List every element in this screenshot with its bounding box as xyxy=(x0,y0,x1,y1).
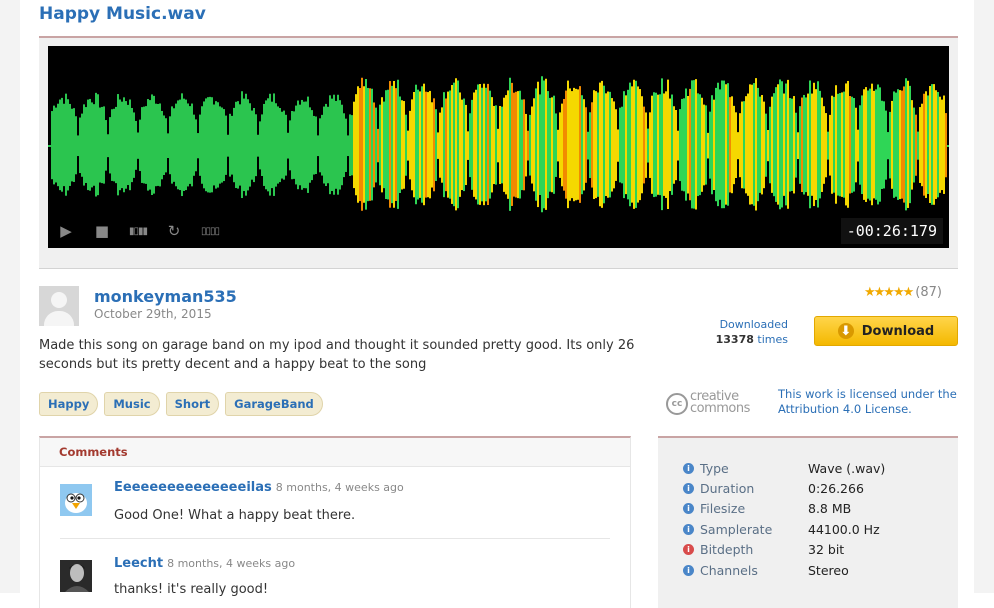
info-icon[interactable]: i xyxy=(683,565,694,576)
info-row-bitdepth: i Bitdepth 32 bit xyxy=(683,542,953,557)
warning-info-icon[interactable]: i xyxy=(683,544,694,555)
info-label: Channels xyxy=(700,563,758,578)
comment-author-name[interactable]: Leecht xyxy=(114,556,163,571)
comment-author[interactable]: Eeeeeeeeeeeeeeeilas 8 months, 4 weeks ago xyxy=(114,480,404,495)
info-value: Wave (.wav) xyxy=(808,461,886,476)
sound-description: Made this song on garage band on my ipod… xyxy=(39,338,635,372)
sound-title[interactable]: Happy Music.wav xyxy=(39,4,206,24)
tag-list: Happy Music Short GarageBand xyxy=(39,392,323,416)
info-row-duration: i Duration 0:26.266 xyxy=(683,481,953,496)
rating[interactable]: ★★★★★ (87) xyxy=(864,285,942,300)
info-row-samplerate: i Samplerate 44100.0 Hz xyxy=(683,522,953,537)
portrait-avatar-icon xyxy=(60,560,92,592)
license-text[interactable]: This work is licensed under the Attribut… xyxy=(778,387,958,417)
download-button-label: Download xyxy=(861,323,935,339)
info-icon[interactable]: i xyxy=(683,463,694,474)
player-time: -00:26:179 xyxy=(840,218,943,244)
comment-time: 8 months, 4 weeks ago xyxy=(167,557,296,570)
comments-title: Comments xyxy=(59,445,128,459)
avatar-head-shape xyxy=(51,292,67,308)
info-row-filesize: i Filesize 8.8 MB xyxy=(683,501,953,516)
tag-garageband[interactable]: GarageBand xyxy=(225,392,323,416)
upload-date: October 29th, 2015 xyxy=(94,307,212,321)
uploader-name[interactable]: monkeyman535 xyxy=(94,287,237,306)
creative-commons-logo[interactable]: cc creative commons xyxy=(666,389,766,417)
info-value: 32 bit xyxy=(808,542,845,557)
info-value: 44100.0 Hz xyxy=(808,522,880,537)
comment-avatar-bird[interactable] xyxy=(60,484,92,516)
stop-icon[interactable]: ■ xyxy=(84,222,120,240)
comment-author[interactable]: Leecht 8 months, 4 weeks ago xyxy=(114,556,295,571)
info-icon[interactable]: i xyxy=(683,524,694,535)
info-label: Type xyxy=(700,461,729,476)
download-arrow-icon: ⬇ xyxy=(837,323,854,339)
cc-badge-icon: cc xyxy=(666,393,688,415)
info-label: Duration xyxy=(700,481,755,496)
info-row-type: i Type Wave (.wav) xyxy=(683,461,953,476)
loop-icon[interactable]: ↻ xyxy=(156,222,192,240)
avatar[interactable] xyxy=(39,286,79,326)
comment-time: 8 months, 4 weeks ago xyxy=(275,481,404,494)
page-right-margin xyxy=(974,0,994,593)
info-value: 0:26.266 xyxy=(808,481,864,496)
rating-stars[interactable]: ★★★★★ xyxy=(864,285,914,300)
download-suffix: times xyxy=(757,333,788,346)
download-count: 13378 xyxy=(715,333,754,346)
tag-music[interactable]: Music xyxy=(104,392,160,416)
downloaded-label: Downloaded xyxy=(719,318,788,331)
comment-avatar-photo[interactable] xyxy=(60,560,92,592)
comments-section: Comments Eeeeeeeeeeeeeeeilas 8 months, 4 … xyxy=(39,436,631,608)
info-icon[interactable]: i xyxy=(683,483,694,494)
spectrogram-icon[interactable]: ▮▯▮▮ xyxy=(120,226,156,237)
player-controls: ▶ ■ ▮▯▮▮ ↻ ▯▯▯▯ xyxy=(48,216,248,246)
comment-author-name[interactable]: Eeeeeeeeeeeeeeeilas xyxy=(114,480,272,495)
file-info-panel: i Type Wave (.wav) i Duration 0:26.266 i… xyxy=(658,436,958,608)
download-stats: Downloaded 13378 times xyxy=(700,317,788,347)
info-label: Bitdepth xyxy=(700,542,754,557)
info-label: Samplerate xyxy=(700,522,773,537)
bird-avatar-icon xyxy=(60,484,92,516)
cc-logo-line2: commons xyxy=(690,401,750,416)
tag-happy[interactable]: Happy xyxy=(39,392,99,416)
info-icon[interactable]: i xyxy=(683,503,694,514)
info-row-channels: i Channels Stereo xyxy=(683,563,953,578)
play-icon[interactable]: ▶ xyxy=(48,222,84,240)
page-left-margin xyxy=(0,0,20,593)
rating-count: (87) xyxy=(915,285,942,300)
comment-divider xyxy=(60,538,610,539)
tag-short[interactable]: Short xyxy=(165,392,220,416)
avatar-body-shape xyxy=(44,311,74,326)
comment-text: thanks! it's really good! xyxy=(114,582,269,597)
download-button[interactable]: ⬇ Download xyxy=(814,316,958,346)
info-value: 8.8 MB xyxy=(808,501,852,516)
waveform-player[interactable]: ▶ ■ ▮▯▮▮ ↻ ▯▯▯▯ -00:26:179 xyxy=(48,46,949,248)
info-value: Stereo xyxy=(808,563,849,578)
info-label: Filesize xyxy=(700,501,746,516)
volume-icon[interactable]: ▯▯▯▯ xyxy=(192,226,228,237)
comment-text: Good One! What a happy beat there. xyxy=(114,508,356,523)
comments-header: Comments xyxy=(40,438,630,467)
